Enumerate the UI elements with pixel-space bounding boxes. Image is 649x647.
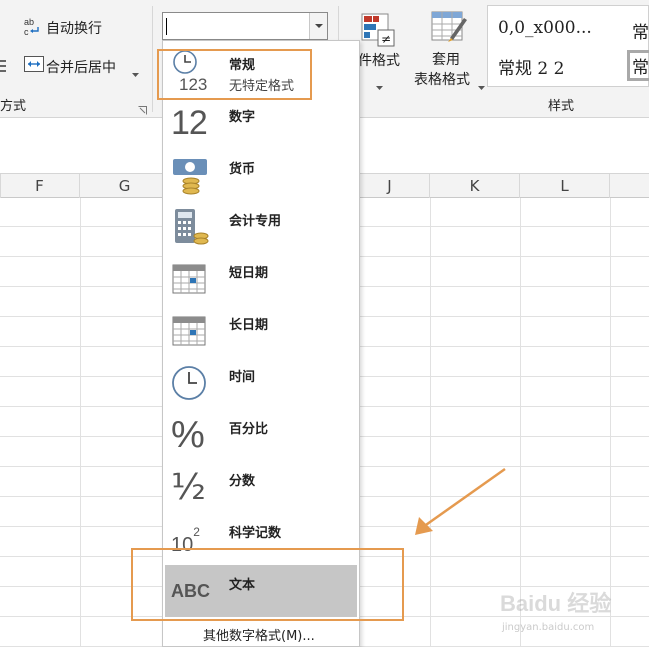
cell-styles-gallery[interactable]: 0,0_x000... 常 常规 2 2 常: [487, 5, 649, 87]
column-line: [80, 198, 81, 647]
number-format-combo[interactable]: [162, 12, 328, 40]
format-item-long-date[interactable]: 长日期: [165, 305, 357, 357]
wrap-text-icon: ab c: [24, 16, 42, 40]
combo-dropdown-button[interactable]: [309, 13, 327, 39]
highlight-box-text: [131, 548, 404, 621]
format-item-time[interactable]: 时间: [165, 357, 357, 409]
baidu-watermark: Baidu 经验 jingyan.baidu.com: [500, 582, 640, 642]
wrap-text-label: 自动换行: [46, 21, 102, 37]
chevron-down-icon: [478, 76, 485, 95]
format-item-label: 百分比: [229, 422, 269, 437]
format-as-table-button[interactable]: 套用 表格格式: [412, 8, 486, 90]
style-cell-normal-selected[interactable]: 常: [627, 50, 649, 81]
styles-group-label: 样式: [548, 99, 575, 114]
column-header-l[interactable]: L: [520, 174, 610, 198]
column-header-j[interactable]: J: [350, 174, 430, 198]
table-format-label-1: 套用: [432, 52, 460, 68]
column-header-f[interactable]: F: [0, 174, 80, 198]
svg-text:c: c: [24, 27, 29, 36]
currency-icon: [171, 155, 211, 195]
number-glyph: 12: [171, 103, 208, 142]
dropdown-arrow-icon: [315, 24, 323, 28]
format-item-label: 会计专用: [229, 214, 282, 229]
format-item-currency[interactable]: 货币: [165, 149, 357, 201]
column-line: [430, 198, 431, 647]
svg-text:ab: ab: [24, 17, 34, 27]
merge-center-button[interactable]: 合并后居中: [22, 52, 144, 78]
format-item-short-date[interactable]: 短日期: [165, 253, 357, 305]
fraction-icon: ½: [171, 466, 211, 508]
table-format-label-2: 表格格式: [414, 72, 470, 88]
format-item-label: 货币: [229, 162, 256, 177]
fraction-glyph: ½: [171, 466, 206, 508]
svg-text:≠: ≠: [381, 32, 391, 46]
ribbon-separator: [152, 6, 153, 112]
chevron-down-icon[interactable]: [132, 63, 139, 82]
align-icon[interactable]: [0, 58, 6, 72]
table-format-icon: [430, 10, 468, 48]
text-cursor: [166, 18, 167, 35]
style-cell-normal[interactable]: 常: [632, 18, 649, 43]
dialog-launcher-icon[interactable]: [138, 100, 147, 119]
chevron-down-icon: [376, 76, 383, 95]
format-item-fraction[interactable]: ½ 分数: [165, 461, 357, 513]
short-date-calendar-icon: [171, 259, 211, 299]
merge-center-label: 合并后居中: [46, 60, 116, 76]
percent-glyph: %: [171, 413, 205, 456]
format-item-label: 短日期: [229, 266, 269, 281]
format-item-label: 时间: [229, 370, 256, 385]
column-header-k[interactable]: K: [430, 174, 520, 198]
format-item-accounting[interactable]: 会计专用: [165, 201, 357, 253]
format-item-number[interactable]: 12 数字: [165, 97, 357, 149]
number-12-icon: 12: [171, 103, 211, 143]
column-line: [520, 198, 521, 647]
format-item-label: 科学记数: [229, 526, 282, 541]
annotation-arrow-icon: [415, 467, 506, 535]
more-number-formats-link[interactable]: 其他数字格式(M)...: [203, 625, 315, 644]
style-cell-custom[interactable]: 0,0_x000...: [498, 18, 592, 38]
scientific-exponent-glyph: 2: [193, 525, 200, 539]
format-item-label: 数字: [229, 110, 256, 125]
wrap-text-button[interactable]: ab c 自动换行: [22, 14, 142, 40]
merge-center-icon: [24, 56, 44, 76]
column-header-g[interactable]: G: [80, 174, 170, 198]
alignment-group-label: 方式: [0, 99, 27, 114]
percent-icon: %: [171, 413, 211, 456]
long-date-calendar-icon: [171, 311, 211, 351]
format-item-label: 长日期: [229, 318, 269, 333]
format-item-percentage[interactable]: % 百分比: [165, 409, 357, 461]
format-item-label: 分数: [229, 474, 256, 489]
time-clock-icon: [171, 363, 211, 403]
column-line: [610, 198, 611, 647]
style-cell-normal-2-2[interactable]: 常规 2 2: [498, 54, 564, 79]
watermark-url: jingyan.baidu.com: [502, 622, 595, 633]
accounting-calculator-icon: [171, 207, 211, 247]
watermark-logo-text: Baidu 经验: [500, 591, 612, 616]
highlight-box-general: [157, 49, 312, 100]
conditional-format-icon: ≠: [360, 12, 396, 52]
